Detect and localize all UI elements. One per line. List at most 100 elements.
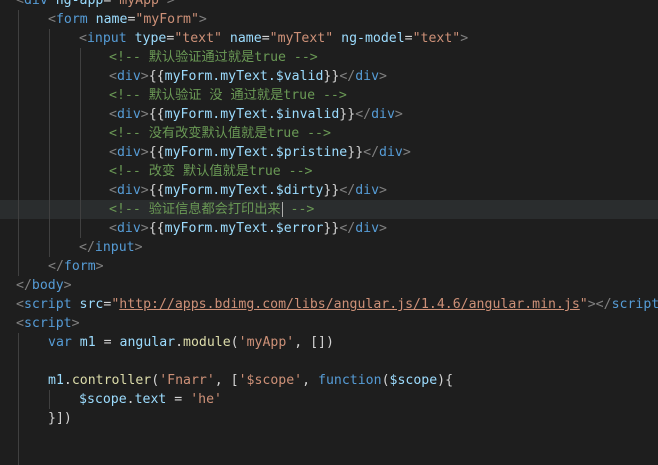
current-line[interactable]: <!-- 验证信息都会打印出来 --> [0,200,658,219]
indent-guide [49,181,50,200]
line-content: </form> [48,257,104,276]
code-token: = [404,31,413,46]
code-line[interactable]: <form name="myForm"> [0,10,658,29]
indent-guide [18,200,19,219]
indent-guide [18,105,19,124]
code-line[interactable]: <div>{{myForm.myText.$dirty}}</div> [0,181,658,200]
code-token: div [116,107,141,122]
code-token: > [379,221,387,236]
code-token: > [140,221,149,236]
indent-guide [18,67,19,86]
code-token: > [71,316,80,331]
line-content: <script> [16,314,80,333]
code-token: input [94,240,135,255]
code-token: > [379,69,387,84]
line-content: <script src="http://apps.bdimg.com/libs/… [16,295,658,314]
indent-guide [49,67,50,86]
code-token: "myForm" [135,12,199,27]
code-line[interactable]: </body> [0,276,658,295]
line-content: var m1 = angular.module('myApp', []) [48,333,334,352]
code-token: }} [323,183,340,198]
code-line[interactable] [0,428,658,447]
indent-guide [80,48,81,67]
indent-guide [18,143,19,162]
indent-guide [18,219,19,238]
code-line[interactable]: <!-- 默认验证通过就是true --> [0,48,658,67]
code-token: ( [381,373,390,388]
code-token: input [86,31,127,46]
indent-guide [49,238,50,257]
code-token: " [579,297,588,312]
indent-guide [49,86,50,105]
indent-guide [49,200,50,219]
code-line[interactable]: </form> [0,257,658,276]
code-token: > [402,145,411,160]
code-token: <!-- 验证信息都会打印出来 [109,202,281,217]
code-line[interactable]: <div>{{myForm.myText.$pristine}}</div> [0,143,658,162]
code-line[interactable] [0,447,658,465]
code-token: div [355,183,380,198]
code-token: < [109,183,117,198]
code-line[interactable]: </input> [0,238,658,257]
indent-guide [18,29,19,48]
code-line[interactable]: <script> [0,314,658,333]
code-token: }} [339,107,356,122]
code-token: = [261,31,270,46]
code-line[interactable]: <script src="http://apps.bdimg.com/libs/… [0,295,658,314]
code-token: script [23,316,72,331]
code-line[interactable]: <input type="text" name="myText" ng-mode… [0,29,658,48]
indent-guide [80,143,81,162]
code-token: name [95,12,128,27]
code-token: </ [339,183,356,198]
code-line[interactable]: <div>{{myForm.myText.$error}}</div> [0,219,658,238]
code-line[interactable]: $scope.text = 'he' [0,390,658,409]
code-editor[interactable]: <div ng-app="myApp"> <form name="myForm"… [0,0,658,465]
code-token: ){ [437,373,454,388]
code-token: {{ [148,145,165,160]
code-line[interactable]: <!-- 默认验证 没 通过就是true --> [0,86,658,105]
code-token: . [126,392,135,407]
code-token: , [302,373,319,388]
code-line[interactable]: var m1 = angular.module('myApp', []) [0,333,658,352]
code-token: < [16,0,24,8]
code-token: src [79,297,104,312]
line-content: </body> [16,276,72,295]
code-token: div [116,183,141,198]
code-line[interactable]: <!-- 没有改变默认值就是true --> [0,124,658,143]
code-token: , []) [294,335,334,350]
code-token: <!-- 默认验证 没 通过就是true --> [109,88,347,103]
code-line[interactable]: <!-- 改变 默认值就是true --> [0,162,658,181]
code-token: }} [347,145,364,160]
indent-guide [18,86,19,105]
code-token: div [23,0,48,8]
code-token: http://apps.bdimg.com/libs/angular.js/1.… [119,297,580,312]
code-token: <!-- 没有改变默认值就是true --> [109,126,331,141]
code-token: form [55,12,88,27]
code-token: ( [151,373,160,388]
indent-guide [18,10,19,29]
code-line[interactable]: m1.controller('Fnarr', ['$scope', functi… [0,371,658,390]
code-token: > [140,145,149,160]
indent-guide [49,29,50,48]
code-line[interactable]: }]) [0,409,658,428]
indent-guide [49,48,50,67]
code-line[interactable]: <div ng-app="myApp"> [0,0,658,10]
code-line[interactable] [0,352,658,371]
indent-guide [18,390,19,409]
indent-guide [80,219,81,238]
code-token: </ [339,221,356,236]
code-token: type [134,31,167,46]
code-token: {{ [148,69,165,84]
code-token: , [ [214,373,239,388]
code-line[interactable]: <div>{{myForm.myText.$invalid}}</div> [0,105,658,124]
code-token: myForm.myText.$error [164,221,324,236]
code-lines[interactable]: <div ng-app="myApp"> <form name="myForm"… [0,0,658,465]
code-token: myForm.myText.$invalid [164,107,340,122]
indent-guide [80,200,81,219]
code-token: < [79,31,87,46]
indent-guide [49,105,50,124]
code-line[interactable]: <div>{{myForm.myText.$valid}}</div> [0,67,658,86]
code-token: = [95,335,120,350]
